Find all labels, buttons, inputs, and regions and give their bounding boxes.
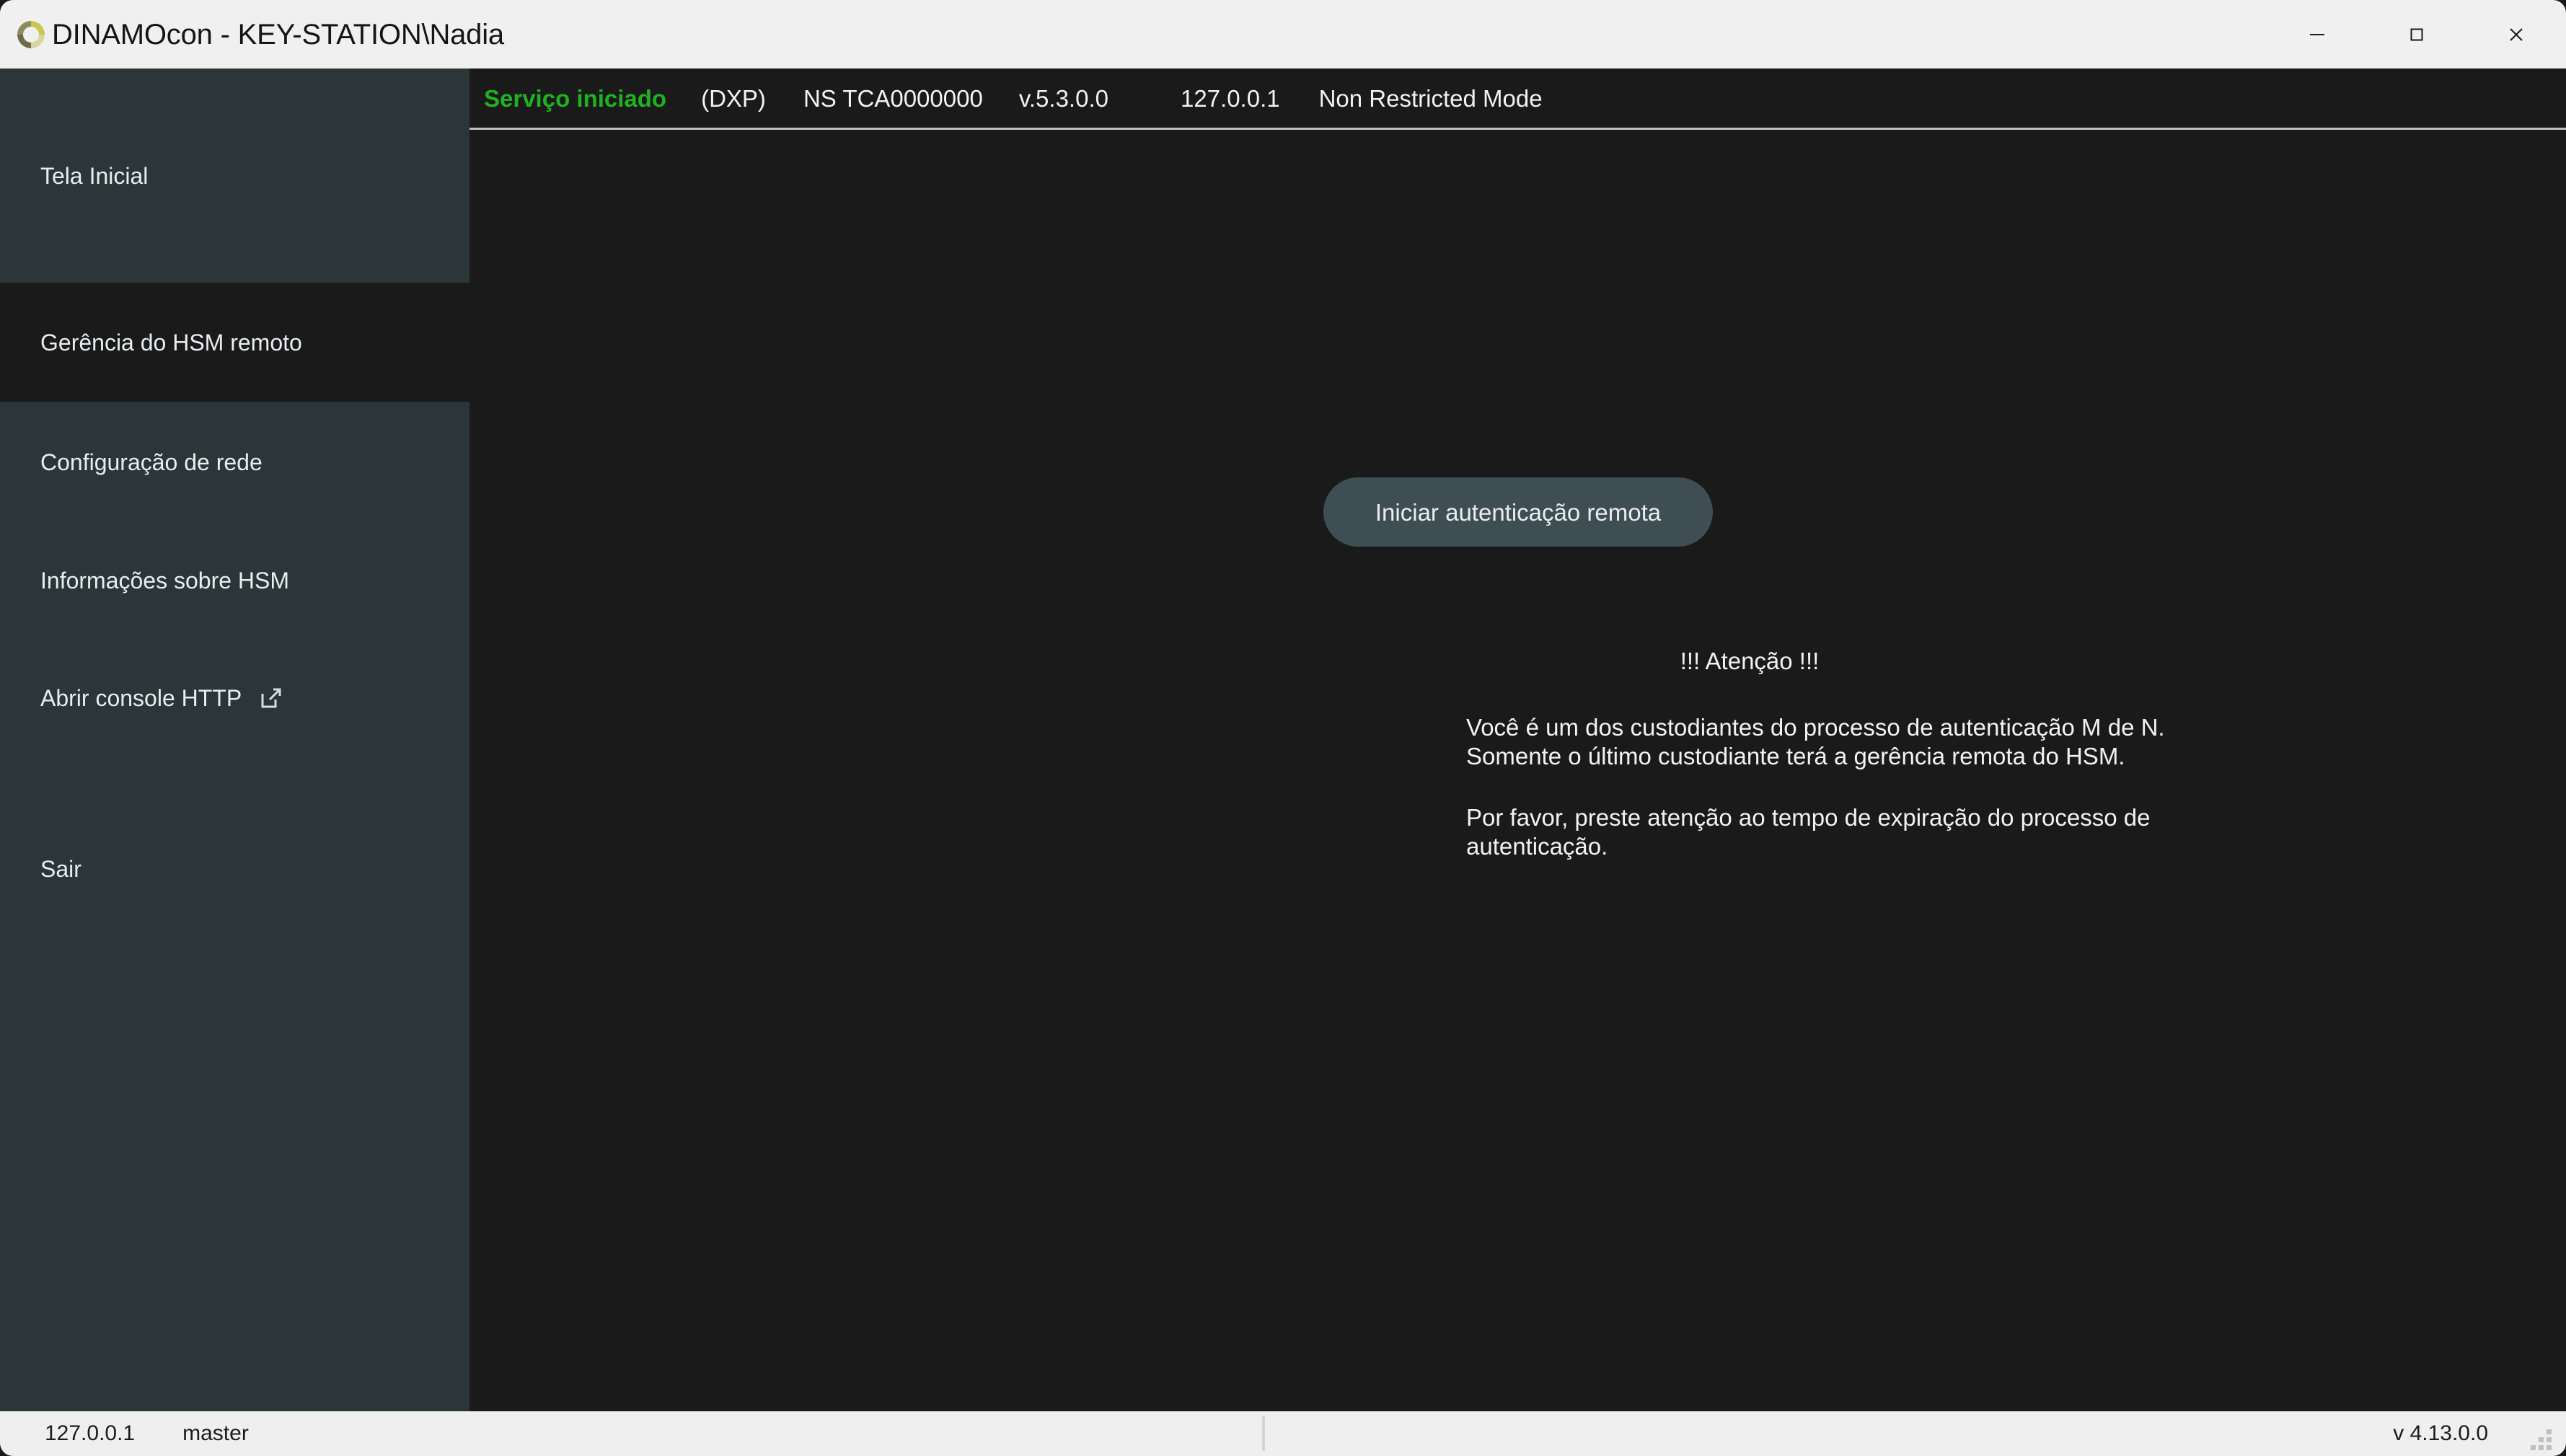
sidebar-item-label: Sair (40, 856, 81, 882)
sidebar-navigation: Tela Inicial Gerência do HSM remoto Conf… (0, 69, 469, 1411)
firmware-version-text: v.5.3.0.0 (1018, 84, 1108, 112)
attention-notice-title: !!! Atenção !!! (1680, 648, 1820, 674)
sidebar-item-tela-inicial[interactable]: Tela Inicial (0, 69, 469, 283)
serial-number-text: NS TCA0000000 (803, 84, 983, 112)
sidebar-item-label: Gerência do HSM remoto (40, 329, 302, 356)
minimize-icon (2307, 25, 2327, 45)
hsm-status-strip: Serviço iniciado (DXP) NS TCA0000000 v.5… (469, 69, 2566, 130)
notice-line: autenticação. (1466, 832, 1608, 860)
sidebar-item-label: Tela Inicial (40, 162, 149, 189)
sidebar-item-label: Abrir console HTTP (40, 684, 242, 711)
attention-notice-paragraph-2: Por favor, preste atenção ao tempo de ex… (1398, 803, 2264, 862)
title-bar: DINAMOcon - KEY-STATION\Nadia (0, 0, 2566, 69)
dinamo-ring-logo-icon (14, 18, 48, 51)
status-bar-app-version: v 4.13.0.0 (2393, 1421, 2488, 1445)
application-window: DINAMOcon - KEY-STATION\Nadia Tela Inici… (0, 0, 2566, 1456)
protocol-text: (DXP) (701, 84, 766, 112)
main-panel: Serviço iniciado (DXP) NS TCA0000000 v.5… (469, 69, 2566, 1411)
close-icon (2506, 25, 2526, 45)
status-bar-address: 127.0.0.1 (45, 1421, 136, 1445)
sidebar-item-abrir-console-http[interactable]: Abrir console HTTP (0, 639, 469, 756)
maximize-button[interactable] (2367, 0, 2466, 69)
window-body: Tela Inicial Gerência do HSM remoto Conf… (0, 69, 2566, 1411)
service-state-text: Serviço iniciado (484, 84, 667, 112)
hsm-address-text: 127.0.0.1 (1180, 84, 1280, 112)
bottom-status-bar: 127.0.0.1 master v 4.13.0.0 (0, 1411, 2566, 1456)
window-title: DINAMOcon - KEY-STATION\Nadia (52, 18, 504, 50)
resize-grip-icon[interactable] (2530, 1429, 2552, 1450)
sidebar-item-gerencia-do-hsm-remoto[interactable]: Gerência do HSM remoto (0, 283, 469, 402)
sidebar-item-label: Configuração de rede (40, 449, 263, 475)
attention-notice-paragraph-1: Você é um dos custodiantes do processo d… (1398, 713, 2264, 772)
status-bar-divider (1262, 1416, 1265, 1451)
minimize-button[interactable] (2267, 0, 2367, 69)
restriction-mode-text: Non Restricted Mode (1318, 84, 1543, 112)
title-bar-left: DINAMOcon - KEY-STATION\Nadia (14, 18, 504, 51)
notice-line: Por favor, preste atenção ao tempo de ex… (1466, 803, 2151, 831)
sidebar-item-label: Informações sobre HSM (40, 568, 290, 594)
maximize-icon (2407, 25, 2427, 45)
sidebar-item-informacoes-sobre-hsm[interactable]: Informações sobre HSM (0, 522, 469, 639)
attention-notice: !!! Atenção !!! Você é um dos custodiant… (1398, 649, 2264, 861)
notice-line: Você é um dos custodiantes do processo d… (1466, 714, 2165, 741)
iniciar-autenticacao-remota-button[interactable]: Iniciar autenticação remota (1323, 477, 1713, 547)
notice-line: Somente o último custodiante terá a gerê… (1466, 743, 2125, 770)
external-link-icon (259, 686, 283, 710)
content-area: Iniciar autenticação remota !!! Atenção … (469, 130, 2566, 1411)
window-controls (2267, 0, 2566, 69)
close-button[interactable] (2466, 0, 2566, 69)
sidebar-item-sair[interactable]: Sair (0, 811, 469, 927)
sidebar-item-configuracao-de-rede[interactable]: Configuração de rede (0, 402, 469, 522)
sidebar-filler (0, 927, 469, 1411)
status-bar-session: master (182, 1421, 249, 1445)
